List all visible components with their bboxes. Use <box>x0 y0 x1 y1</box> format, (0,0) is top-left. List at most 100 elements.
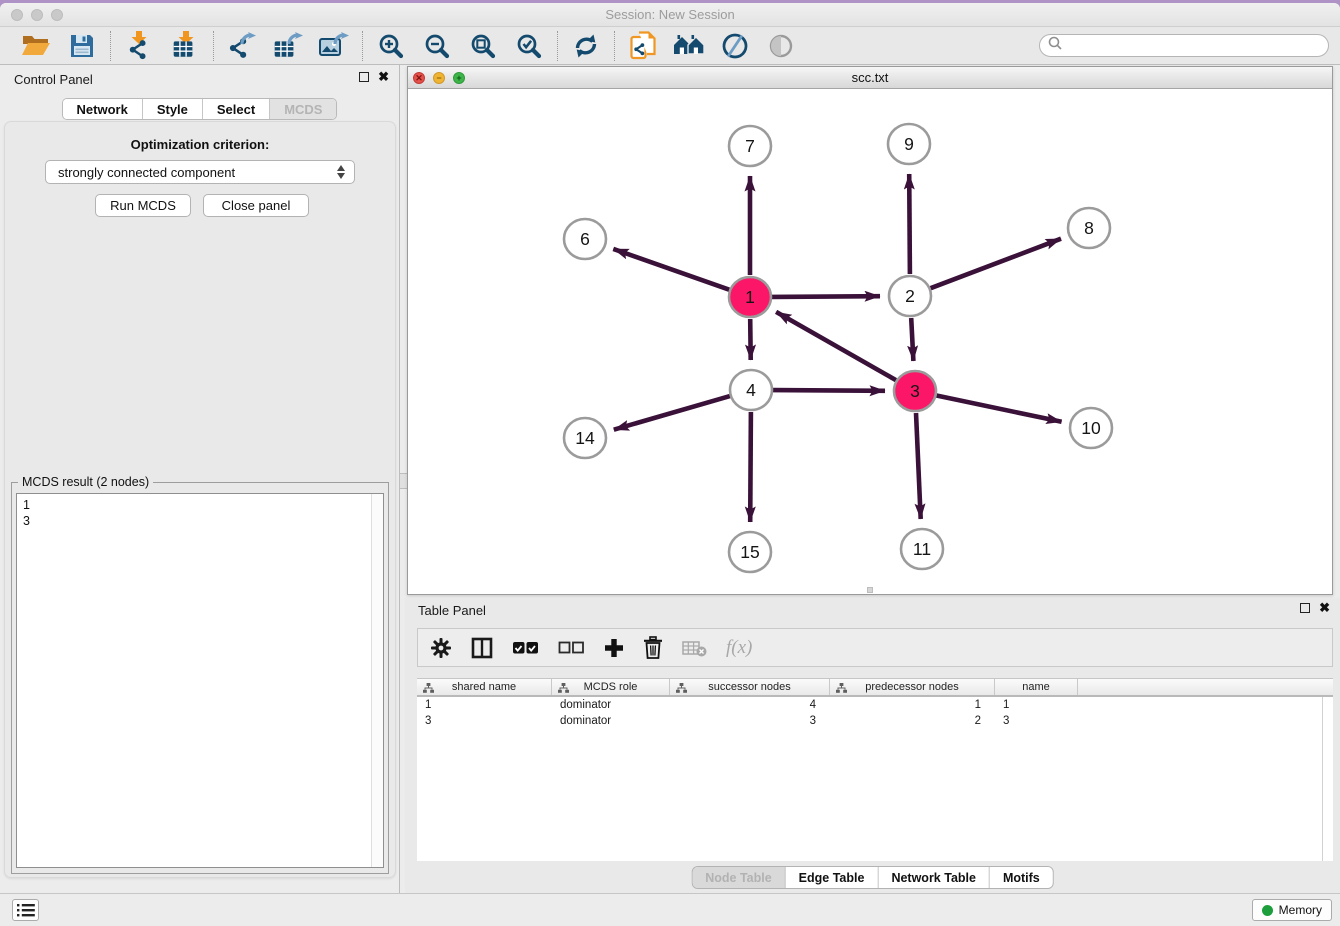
cell-name[interactable]: 1 <box>995 697 1078 713</box>
edge-3-11[interactable] <box>916 413 921 519</box>
edge-4-14[interactable] <box>614 396 730 430</box>
optimization-criterion-label: Optimization criterion: <box>5 137 395 152</box>
column-header-shared-name[interactable]: shared name <box>417 679 552 695</box>
node-3[interactable]: 3 <box>894 371 936 411</box>
node-2[interactable]: 2 <box>889 276 931 316</box>
edge-3-10[interactable] <box>937 396 1062 422</box>
optimization-criterion-select[interactable]: strongly connected component <box>45 160 355 184</box>
tab-style[interactable]: Style <box>143 99 203 119</box>
table-panel-title: Table Panel <box>418 603 486 618</box>
tab-edge-table[interactable]: Edge Table <box>786 867 879 888</box>
cell-shared-name[interactable]: 3 <box>417 713 552 729</box>
node-label: 7 <box>745 136 755 156</box>
cell-MCDS-role[interactable]: dominator <box>552 713 670 729</box>
cell-successor-nodes[interactable]: 3 <box>670 713 830 729</box>
zoom-in-icon[interactable] <box>375 31 407 61</box>
node-1[interactable]: 1 <box>729 277 771 317</box>
zoom-fit-icon[interactable] <box>467 31 499 61</box>
table-row[interactable]: 3dominator323 <box>417 713 1333 729</box>
save-session-icon[interactable] <box>66 31 98 61</box>
network-window: ✕ − + scc.txt 7968124314101511 <box>407 66 1333 595</box>
add-row-icon[interactable] <box>604 638 624 658</box>
table-row[interactable]: 1dominator411 <box>417 697 1333 713</box>
node-7[interactable]: 7 <box>729 126 771 166</box>
mcds-panel: Optimization criterion: strongly connect… <box>4 121 396 878</box>
zoom-selected-icon[interactable] <box>513 31 545 61</box>
select-all-icon[interactable] <box>512 641 539 655</box>
float-panel-icon[interactable] <box>359 72 369 82</box>
table-close-icon[interactable]: ✖ <box>1319 603 1330 613</box>
network-resize-handle[interactable] <box>867 587 873 593</box>
cell-MCDS-role[interactable]: dominator <box>552 697 670 713</box>
import-network-icon[interactable] <box>123 31 155 61</box>
hide-labels-icon[interactable] <box>719 31 751 61</box>
edge-1-4[interactable] <box>750 319 751 360</box>
edge-2-9[interactable] <box>909 174 910 274</box>
cell-predecessor-nodes[interactable]: 1 <box>830 697 995 713</box>
import-table-icon[interactable] <box>169 31 201 61</box>
cell-shared-name[interactable]: 1 <box>417 697 552 713</box>
column-header-predecessor-nodes[interactable]: predecessor nodes <box>830 679 995 695</box>
memory-button[interactable]: Memory <box>1252 899 1332 921</box>
tab-mcds[interactable]: MCDS <box>270 99 336 119</box>
refresh-layout-icon[interactable] <box>570 31 602 61</box>
tab-network-table[interactable]: Network Table <box>878 867 990 888</box>
node-10[interactable]: 10 <box>1070 408 1112 448</box>
edge-4-15[interactable] <box>750 412 751 522</box>
search-input[interactable] <box>1067 39 1328 53</box>
settings-icon[interactable] <box>430 637 452 659</box>
node-15[interactable]: 15 <box>729 532 771 572</box>
cell-successor-nodes[interactable]: 4 <box>670 697 830 713</box>
column-header-MCDS-role[interactable]: MCDS role <box>552 679 670 695</box>
node-14[interactable]: 14 <box>564 418 606 458</box>
tab-network[interactable]: Network <box>63 99 143 119</box>
node-9[interactable]: 9 <box>888 124 930 164</box>
network-canvas[interactable]: 7 9 6 8 1 2 4 3 14 10 15 11 <box>408 89 1332 594</box>
table-float-icon[interactable] <box>1300 603 1310 613</box>
zoom-out-icon[interactable] <box>421 31 453 61</box>
edge-3-1[interactable] <box>776 312 896 380</box>
column-header-name[interactable]: name <box>995 679 1078 695</box>
control-panel-tabs: NetworkStyleSelectMCDS <box>62 98 338 120</box>
tab-select[interactable]: Select <box>203 99 270 119</box>
node-6[interactable]: 6 <box>564 219 606 259</box>
tab-motifs[interactable]: Motifs <box>990 867 1053 888</box>
control-panel: Control Panel ✖ NetworkStyleSelectMCDS O… <box>0 65 400 896</box>
node-4[interactable]: 4 <box>730 370 772 410</box>
export-table-icon[interactable] <box>272 31 304 61</box>
edge-2-8[interactable] <box>931 239 1061 289</box>
node-label: 10 <box>1081 418 1101 438</box>
clone-network-icon[interactable] <box>627 31 659 61</box>
delete-row-icon[interactable] <box>643 636 663 659</box>
mcds-result-textarea[interactable]: 1 3 <box>16 493 384 868</box>
run-mcds-button[interactable]: Run MCDS <box>95 194 191 217</box>
node-8[interactable]: 8 <box>1068 208 1110 248</box>
export-image-icon[interactable] <box>318 31 350 61</box>
edge-1-2[interactable] <box>772 296 880 297</box>
mcds-result-values: 1 3 <box>23 497 30 529</box>
close-panel-icon[interactable]: ✖ <box>378 72 389 82</box>
network-graph[interactable]: 7 9 6 8 1 2 4 3 14 10 15 11 <box>408 89 1332 594</box>
search-box[interactable] <box>1039 34 1329 57</box>
table-tabs: Node TableEdge TableNetwork TableMotifs <box>691 866 1054 889</box>
open-session-icon[interactable] <box>20 31 52 61</box>
tab-node-table[interactable]: Node Table <box>692 867 785 888</box>
node-11[interactable]: 11 <box>901 529 943 569</box>
deselect-all-icon[interactable] <box>558 641 585 654</box>
close-panel-button[interactable]: Close panel <box>203 194 309 217</box>
edge-2-3[interactable] <box>911 318 913 361</box>
show-details-icon[interactable] <box>765 31 797 61</box>
edge-1-6[interactable] <box>613 249 729 290</box>
columns-icon[interactable] <box>471 637 493 659</box>
cell-name[interactable]: 3 <box>995 713 1078 729</box>
task-history-button[interactable] <box>12 899 39 921</box>
home-pair-icon[interactable] <box>673 31 705 61</box>
edge-4-3[interactable] <box>773 390 885 391</box>
cell-predecessor-nodes[interactable]: 2 <box>830 713 995 729</box>
table-scrollbar-track[interactable] <box>1322 697 1323 861</box>
sort-hierarchy-icon <box>836 683 847 696</box>
column-header-successor-nodes[interactable]: successor nodes <box>670 679 830 695</box>
node-label: 1 <box>745 287 755 307</box>
mcds-result-scrollbar[interactable] <box>371 494 383 867</box>
export-network-icon[interactable] <box>226 31 258 61</box>
